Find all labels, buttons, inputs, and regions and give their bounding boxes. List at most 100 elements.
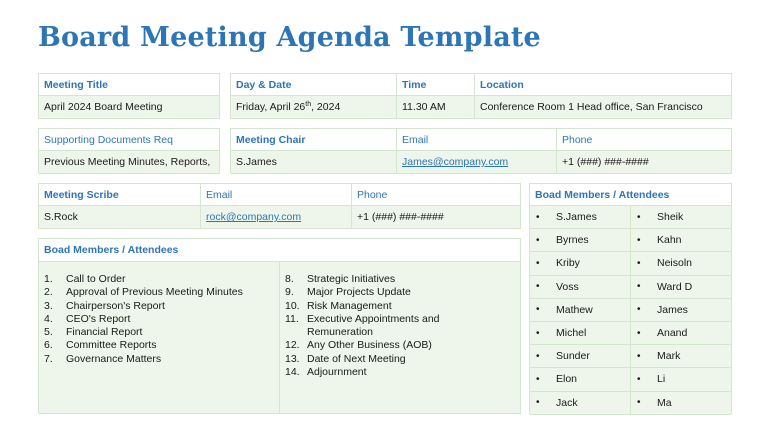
time-label: Time [397,74,474,96]
scribe-phone-value[interactable]: +1 (###) ###-#### [352,206,520,228]
chair-email-link[interactable]: James@company.com [402,156,508,168]
attendee-item: • Sunder [530,345,631,369]
meeting-title-box: Meeting Title April 2024 Board Meeting [38,73,220,119]
chair-email-label: Email [397,129,556,151]
agenda-label: Boad Members / Attendees [39,239,520,262]
location-label: Location [475,74,731,96]
agenda-item-number: 10. [285,299,300,312]
attendee-name: Kriby [556,257,580,270]
attendee-name: Mark [657,350,681,363]
attendee-name: Kahn [657,234,682,247]
agenda-item-text: Major Projects Update [307,286,411,299]
bullet-icon: • [536,373,540,385]
agenda-item-number: 11. [285,312,299,325]
attendee-item: • Kriby [530,252,631,276]
attendee-name: Voss [556,280,579,293]
scribe-email-link[interactable]: rock@company.com [206,211,301,223]
supporting-docs-label: Supporting Documents Req [39,129,219,151]
attendee-item: • Ward D [631,276,731,299]
agenda-item: 2. Approval of Previous Meeting Minutes [44,286,279,299]
agenda-item-text: Date of Next Meeting [307,352,406,365]
attendee-name: Michel [556,327,587,340]
agenda-item-number: 8. [285,273,294,285]
meeting-scribe-box: Meeting Scribe S.Rock Email rock@company… [38,183,521,229]
supporting-docs-value[interactable]: Previous Meeting Minutes, Reports, [39,151,219,173]
agenda-item-number: 5. [44,326,53,339]
meeting-chair-box: Meeting Chair S.James Email James@compan… [230,128,732,174]
chair-phone-value[interactable]: +1 (###) ###-#### [557,151,731,173]
date-value[interactable]: Friday, April 26th, 2024 [231,96,396,118]
bullet-icon: • [637,397,641,409]
agenda-item: 4. CEO's Report [44,313,279,326]
agenda-item-text: Remuneration [307,326,373,339]
agenda-item: 3. Chairperson's Report [44,300,279,313]
bullet-icon: • [637,350,641,362]
meeting-details-box: Day & Date Friday, April 26th, 2024 Time… [230,73,732,119]
bullet-icon: • [536,304,540,316]
attendee-item: • Sheik [631,206,731,230]
page-title: Board Meeting Agenda Template [38,22,541,53]
bullet-icon: • [536,397,540,409]
bullet-icon: • [536,350,540,362]
attendee-name: Anand [657,327,688,340]
scribe-email-cell: rock@company.com [201,206,351,228]
attendee-name: Elon [556,373,578,386]
agenda-item: 8. Strategic Initiatives [285,273,520,286]
location-value[interactable]: Conference Room 1 Head office, San Franc… [475,96,731,118]
agenda-item-text: Committee Reports [66,339,157,352]
attendee-item: • Byrnes [530,229,631,253]
bullet-icon: • [536,257,540,269]
attendees-label: Boad Members / Attendees [530,184,731,206]
attendee-item: • Mark [631,345,731,369]
agenda-item-text: CEO's Report [66,312,131,325]
agenda-item-number: 6. [44,339,53,352]
attendee-item: • Voss [530,275,631,299]
bullet-icon: • [637,304,641,316]
attendees-grid: • S.James • Sheik • Byrnes • Kahn • Kriby • Neisoln… [530,206,731,415]
agenda-item-text: Risk Management [307,299,392,312]
date-label: Day & Date [231,74,396,96]
agenda-item-text: Governance Matters [66,352,162,365]
scribe-email-label: Email [201,184,351,206]
bullet-icon: • [637,211,641,223]
agenda-item-number: 12. [285,339,300,352]
attendee-name: Ma [657,396,672,409]
agenda-item-text: Financial Report [66,326,143,339]
attendee-name: Li [657,373,666,386]
time-value[interactable]: 11.30 AM [397,96,474,118]
attendee-name: S.James [556,211,597,224]
bullet-icon: • [536,234,540,246]
agenda-item: Remuneration [285,326,520,339]
agenda-item: 12. Any Other Business (AOB) [285,339,520,352]
attendee-name: Neisoln [657,257,693,270]
meeting-title-label: Meeting Title [39,74,219,96]
attendee-name: Mathew [556,303,593,316]
agenda-item: 14. Adjournment [285,366,520,379]
attendee-name: James [657,303,688,316]
attendees-box: Boad Members / Attendees • S.James • Sheik •… [529,183,732,415]
agenda-item-text: Call to Order [66,273,126,285]
chair-label: Meeting Chair [231,129,396,151]
agenda-item: 10. Risk Management [285,300,520,313]
bullet-icon: • [637,257,641,269]
agenda-item: 11. Executive Appointments and [285,313,520,326]
scribe-value[interactable]: S.Rock [39,206,200,228]
agenda-item-number: 7. [44,352,53,365]
attendee-item: • Jack [530,391,631,415]
scribe-label: Meeting Scribe [39,184,200,206]
agenda-item-number: 14. [285,366,300,379]
bullet-icon: • [536,281,540,293]
agenda-left-column: 1. Call to Order 2. Approval of Previous Me… [39,262,280,413]
attendee-item: • Kahn [631,229,731,253]
attendee-item: • James [631,299,731,322]
agenda-item-text: Approval of Previous Meeting Minutes [66,286,243,299]
attendee-name: Jack [556,396,578,409]
agenda-box: Boad Members / Attendees 1. Call to Order… [38,238,521,414]
attendee-name: Sunder [556,350,590,363]
chair-value[interactable]: S.James [231,151,396,173]
agenda-item-number: 1. [44,273,53,285]
agenda-item-number: 3. [44,299,53,312]
agenda-item: 13. Date of Next Meeting [285,353,520,366]
meeting-title-value[interactable]: April 2024 Board Meeting [39,96,219,118]
bullet-icon: • [637,327,641,339]
